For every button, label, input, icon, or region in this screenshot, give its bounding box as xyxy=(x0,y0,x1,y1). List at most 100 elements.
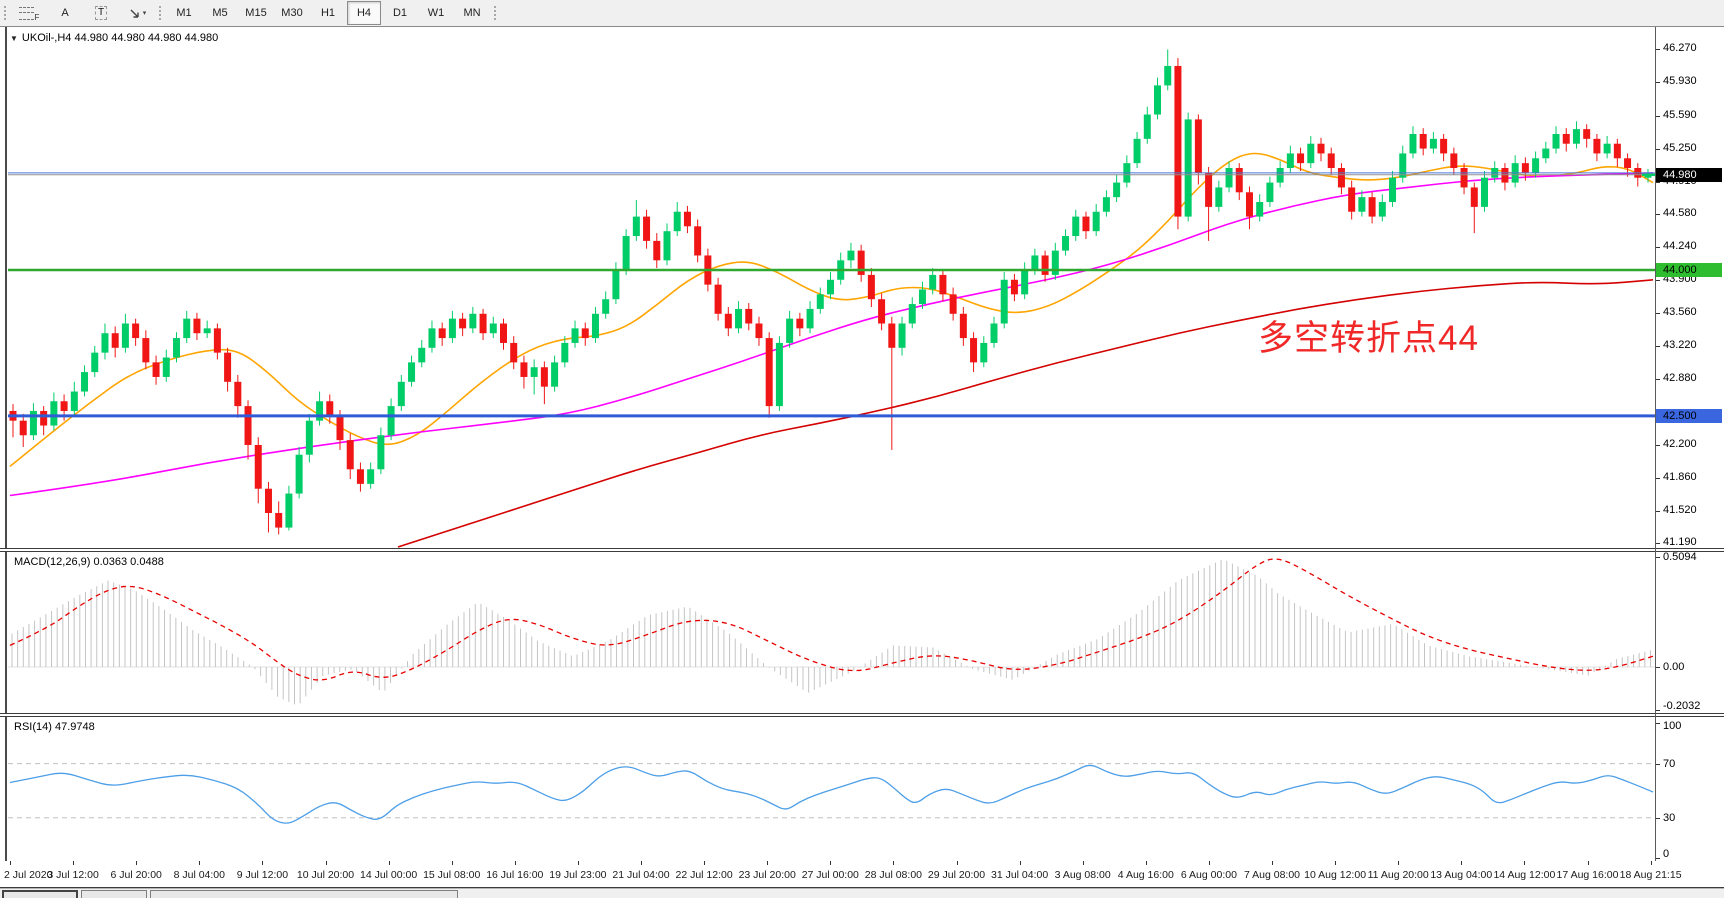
macd-label: MACD(12,26,9) 0.0363 0.0488 xyxy=(14,556,164,568)
date-label: 4 Aug 16:00 xyxy=(1118,869,1174,881)
date-tick xyxy=(1083,861,1084,865)
timeframe-d1-button[interactable]: D1 xyxy=(383,1,417,25)
chart-tab[interactable] xyxy=(150,890,458,898)
timeframe-m15-button[interactable]: M15 xyxy=(239,1,273,25)
candle-body xyxy=(1389,178,1396,202)
date-label: 27 Jul 00:00 xyxy=(802,869,859,881)
date-label: 18 Aug 21:15 xyxy=(1620,869,1682,881)
date-tick xyxy=(389,861,390,865)
candle-body xyxy=(878,299,885,323)
date-label: 23 Jul 20:00 xyxy=(739,869,796,881)
date-label: 3 Jul 12:00 xyxy=(47,869,98,881)
candle-body xyxy=(1318,144,1325,154)
time-axis[interactable]: 2 Jul 20203 Jul 12:006 Jul 20:008 Jul 04… xyxy=(0,861,1724,888)
candle-body xyxy=(1011,280,1018,295)
candle-body xyxy=(101,333,108,352)
date-tick xyxy=(578,861,579,865)
candle-body xyxy=(418,348,425,363)
candle-body xyxy=(612,270,619,299)
candle-body xyxy=(888,324,895,348)
toolbar-grip[interactable] xyxy=(493,4,498,22)
candle-body xyxy=(1338,168,1345,187)
candle-body xyxy=(132,324,139,339)
date-label: 6 Jul 20:00 xyxy=(111,869,162,881)
date-tick xyxy=(1398,861,1399,865)
timeframe-mn-button[interactable]: MN xyxy=(455,1,489,25)
arrows-icon xyxy=(128,7,141,20)
ohlc-quotes: 44.980 44.980 44.980 44.980 xyxy=(75,32,219,44)
candle-body xyxy=(817,294,824,309)
bull-bear-turning-point-annotation[interactable]: 多空转折点44 xyxy=(1258,310,1479,361)
candle-body xyxy=(766,338,773,406)
toolbar-grip[interactable] xyxy=(3,4,8,22)
arrows-button[interactable]: ▾ xyxy=(120,1,154,25)
collapse-icon[interactable]: ▼ xyxy=(10,34,18,43)
text-label-button[interactable]: T xyxy=(84,1,118,25)
candle-body xyxy=(377,435,384,469)
date-tick xyxy=(767,861,768,865)
date-tick xyxy=(1146,861,1147,865)
candle-body xyxy=(909,304,916,323)
drawing-tools: FAT▾ xyxy=(11,1,155,25)
macd-indicator-panel[interactable] xyxy=(8,552,1655,713)
candle-body xyxy=(1144,115,1151,139)
rsi-indicator-panel[interactable] xyxy=(8,717,1655,861)
candle-body xyxy=(582,328,589,338)
macd-axis-label: 0.00 xyxy=(1663,661,1684,673)
candle-body xyxy=(50,401,57,425)
date-label: 13 Aug 04:00 xyxy=(1430,869,1492,881)
date-tick xyxy=(10,861,11,865)
timeframe-w1-button[interactable]: W1 xyxy=(419,1,453,25)
candle-body xyxy=(592,314,599,338)
candle-body xyxy=(1134,139,1141,163)
candle-body xyxy=(1328,153,1335,168)
price-tick-label: 44.580 xyxy=(1663,207,1697,219)
candle-body xyxy=(265,489,272,513)
candle-body xyxy=(796,319,803,329)
candle-body xyxy=(1532,158,1539,173)
candle-body xyxy=(306,421,313,455)
toolbar-grip[interactable] xyxy=(158,4,163,22)
main-price-chart[interactable] xyxy=(8,30,1655,548)
candle-body xyxy=(449,319,456,338)
date-tick xyxy=(1209,861,1210,865)
timeframe-m1-button[interactable]: M1 xyxy=(167,1,201,25)
candle-body xyxy=(347,440,354,469)
symbol-timeframe: UKOil-,H4 xyxy=(22,32,72,44)
candle-body xyxy=(1471,187,1478,206)
candle-body xyxy=(1093,212,1100,231)
candle-body xyxy=(1604,144,1611,154)
chart-tab[interactable] xyxy=(81,890,147,898)
candle-body xyxy=(1430,139,1437,149)
candle-body xyxy=(1287,153,1294,168)
date-tick xyxy=(136,861,137,865)
date-tick xyxy=(893,861,894,865)
candle-body xyxy=(653,241,660,260)
timeframe-m30-button[interactable]: M30 xyxy=(275,1,309,25)
candle-body xyxy=(500,324,507,343)
date-label: 9 Jul 12:00 xyxy=(237,869,288,881)
candle-body xyxy=(1164,66,1171,85)
timeframe-h1-button[interactable]: H1 xyxy=(311,1,345,25)
candle-body xyxy=(715,285,722,314)
date-label: 2 Jul 2020 xyxy=(4,869,52,881)
candle-body xyxy=(1481,178,1488,207)
candle-body xyxy=(1001,280,1008,324)
date-label: 17 Aug 16:00 xyxy=(1557,869,1619,881)
candle-body xyxy=(367,469,374,484)
timeframe-m5-button[interactable]: M5 xyxy=(203,1,237,25)
date-tick xyxy=(1651,861,1652,865)
chart-tab[interactable] xyxy=(2,890,78,898)
date-label: 10 Jul 20:00 xyxy=(297,869,354,881)
fibonacci-retracement-button[interactable]: F xyxy=(12,1,46,25)
text-button[interactable]: A xyxy=(48,1,82,25)
candle-body xyxy=(326,401,333,416)
date-label: 15 Jul 08:00 xyxy=(423,869,480,881)
window-left-border xyxy=(5,27,7,888)
timeframe-h4-button[interactable]: H4 xyxy=(347,1,381,25)
candle-body xyxy=(142,338,149,362)
candle-body xyxy=(91,353,98,372)
candle-body xyxy=(623,236,630,270)
candle-body xyxy=(1154,85,1161,114)
candle-body xyxy=(602,299,609,314)
